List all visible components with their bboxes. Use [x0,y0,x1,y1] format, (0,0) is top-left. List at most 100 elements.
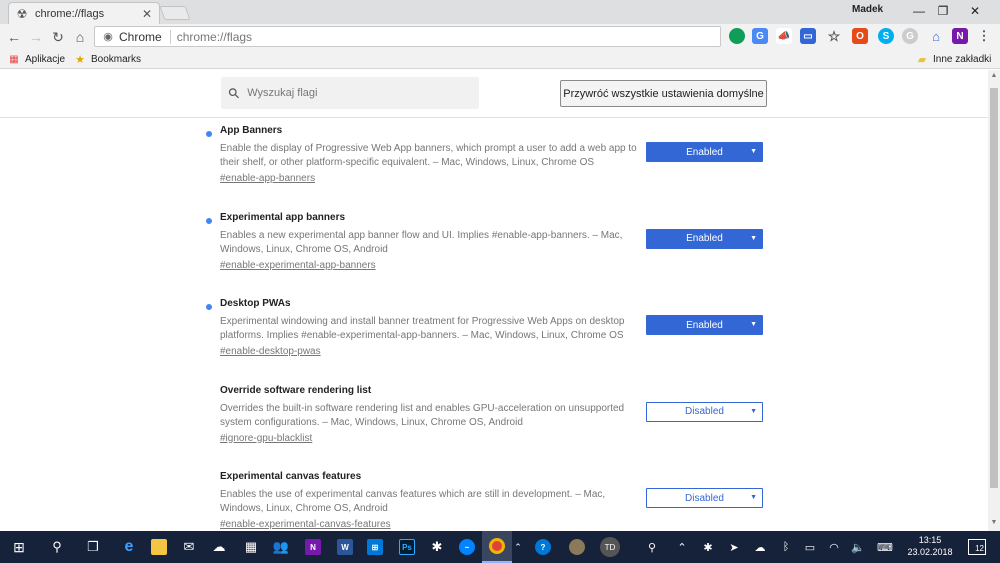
flag-state-value: Enabled [686,233,723,244]
tab-strip: ☢ chrome://flags ✕ Madek — ❐ ✕ [0,0,1000,24]
bookmark-star-icon[interactable]: ☆ [826,28,842,44]
flag-state-select[interactable]: Enabled ▼ [646,315,763,335]
messenger-icon[interactable]: ~ [452,531,482,563]
notification-count: 12 [975,544,984,553]
bookmark-other-label: Inne zakładki [933,53,992,65]
help-icon[interactable]: ? [528,531,558,563]
bluetooth-icon[interactable]: ᛒ [776,531,796,563]
flag-permalink[interactable]: #enable-app-banners [220,173,315,184]
extension-gray-icon[interactable]: G [902,28,918,44]
flag-permalink[interactable]: #ignore-gpu-blacklist [220,433,312,444]
tray-overflow-icon[interactable]: ⌃ [672,531,692,563]
flag-item: Desktop PWAs Experimental windowing and i… [0,298,988,384]
profile-name[interactable]: Madek [852,4,883,15]
bookmark-apps[interactable]: ▦ Aplikacje [8,53,65,65]
search-taskbar-icon[interactable]: ⚲ [42,531,72,563]
tray-gear-icon[interactable]: ✱ [698,531,718,563]
onenote-icon[interactable]: N [952,28,968,44]
store-icon[interactable]: ⊞ [360,531,390,563]
volume-icon[interactable]: 🔈 [848,531,868,563]
search-icon: ⚲ [224,83,244,102]
word-icon[interactable]: W [330,531,360,563]
edge-icon[interactable]: e [114,531,144,563]
photoshop-icon[interactable]: Ps [392,531,422,563]
flag-state-select[interactable]: Enabled ▼ [646,228,763,249]
megaphone-icon[interactable]: 📣 [776,28,792,44]
keyboard-icon[interactable]: ⌨ [874,531,896,563]
flags-page: ⚲ Wyszukaj flagi Przywróć wszystkie usta… [0,70,988,531]
flag-item: App Banners Enable the display of Progres… [0,125,988,211]
flag-name: Desktop PWAs [220,298,291,309]
flag-permalink[interactable]: #enable-experimental-canvas-features [220,519,391,530]
notification-center-icon[interactable]: 12 [968,539,986,555]
flag-permalink[interactable]: #enable-experimental-app-banners [220,260,376,271]
dropdown-arrow-icon: ▼ [750,234,757,242]
scroll-down-icon[interactable]: ▼ [990,519,998,529]
forward-icon[interactable]: → [27,28,45,46]
wifi-icon[interactable]: ◠ [824,531,844,563]
start-icon[interactable]: ⊞ [4,531,34,563]
slack-icon[interactable]: ✱ [422,531,452,563]
calendar-icon[interactable]: ▦ [236,531,266,563]
menu-icon[interactable]: ⋮ [976,28,992,44]
modified-dot-icon [206,217,212,224]
search-input[interactable]: ⚲ Wyszukaj flagi [221,77,479,109]
scroll-thumb[interactable] [990,88,998,488]
file-explorer-icon[interactable] [144,531,174,563]
bookmark-other[interactable]: ▰ Inne zakładki [916,53,992,66]
translate-icon[interactable]: G [752,28,768,44]
hangouts-icon[interactable] [729,28,745,44]
clock-date: 23.02.2018 [907,547,953,557]
modified-dot-icon [206,304,212,310]
cast-icon[interactable]: ▭ [800,28,816,44]
onedrive-icon[interactable]: ☁ [204,531,234,563]
chrome-taskbar-icon[interactable] [482,531,512,563]
close-tab-icon[interactable]: ✕ [141,7,153,21]
flag-description: Experimental windowing and install banne… [220,316,625,341]
close-window-button[interactable]: ✕ [952,0,998,22]
flag-state-select[interactable]: Disabled ▼ [646,488,763,508]
user-avatar[interactable]: TD [596,531,624,563]
flag-state-select[interactable]: Enabled ▼ [646,142,763,162]
scroll-up-icon[interactable]: ▲ [990,72,998,82]
onenote-taskbar-icon[interactable]: N [298,531,328,563]
dropdown-arrow-icon: ▼ [750,321,757,328]
flag-item: Experimental app banners Enables a new ex… [0,212,988,298]
omnibox[interactable]: ◉ Chrome chrome://flags [94,26,721,47]
radiation-icon: ☢ [16,6,28,21]
reload-icon[interactable]: ↻ [49,28,67,46]
scrollbar[interactable]: ▲ ▼ [988,70,1000,531]
avatar-initials: TD [600,537,620,557]
flag-name: Override software rendering list [220,384,372,396]
flag-state-value: Disabled [685,492,724,504]
reset-all-button[interactable]: Przywróć wszystkie ustawienia domyślne [560,80,767,107]
flag-state-select[interactable]: Disabled ▼ [646,401,763,422]
flag-state-value: Enabled [686,146,723,158]
people-icon[interactable]: 👥 [266,531,296,563]
people-tray-icon[interactable]: ⚲ [640,531,664,563]
new-tab-button[interactable] [159,6,191,20]
omnibox-chip: Chrome [116,29,171,44]
back-icon[interactable]: ← [5,28,23,46]
clock[interactable]: 13:15 23.02.2018 [900,534,960,558]
skype-icon[interactable]: S [878,28,894,44]
tab-flags[interactable]: ☢ chrome://flags ✕ [8,2,160,24]
task-view-icon[interactable]: ❐ [78,531,108,563]
telegram-icon[interactable]: ➤ [724,531,744,563]
mail-icon[interactable]: ✉ [174,531,204,563]
flag-permalink[interactable]: #enable-desktop-pwas [220,346,321,357]
office-icon[interactable]: O [852,28,868,44]
flag-item: Override software rendering list Override… [0,385,988,471]
star-icon: ★ [75,53,85,66]
bookmarks-bar: ▦ Aplikacje ★ Bookmarks ▰ Inne zakładki [0,50,1000,69]
cloud-tray-icon[interactable]: ☁ [750,531,770,563]
omnibox-url[interactable]: chrome://flags [171,30,252,44]
lock-icon[interactable]: ⌂ [928,28,944,44]
bookmark-bookmarks[interactable]: ★ Bookmarks [74,53,141,66]
taskbar-overflow-icon[interactable]: ⌃ [510,531,526,563]
battery-icon[interactable]: ▭ [800,531,820,563]
home-icon[interactable]: ⌂ [71,28,89,46]
flag-name: Experimental canvas features [220,471,362,482]
flag-name: App Banners [220,125,283,136]
photo-app-icon[interactable] [562,531,592,563]
